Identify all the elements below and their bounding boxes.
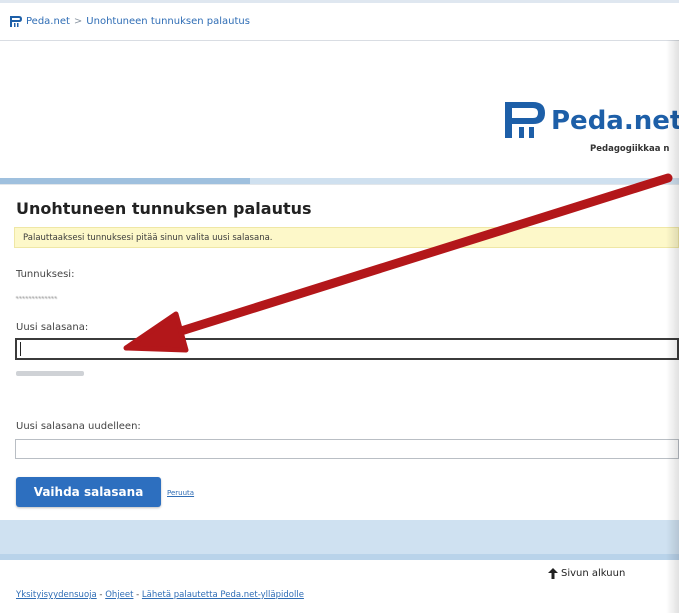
cancel-link[interactable]: Peruuta	[167, 489, 194, 497]
peda-logo-icon	[505, 102, 545, 138]
change-password-button[interactable]: Vaihda salasana	[16, 477, 161, 507]
logo-wordmark: Peda.net	[551, 106, 679, 136]
breadcrumb-separator: >	[73, 16, 83, 27]
breadcrumb-current-link[interactable]: Unohtuneen tunnuksen palautus	[86, 16, 250, 27]
back-to-top-link[interactable]: Sivun alkuun	[548, 568, 625, 579]
help-link[interactable]: Ohjeet	[105, 590, 133, 600]
back-to-top-label: Sivun alkuun	[561, 568, 626, 579]
username-label: Tunnuksesi:	[16, 269, 75, 280]
password-strength-meter	[16, 371, 84, 376]
peda-logo-icon	[10, 16, 22, 27]
repeat-password-label: Uusi salasana uudelleen:	[16, 421, 141, 432]
new-password-field[interactable]	[15, 338, 679, 360]
privacy-link[interactable]: Yksityisyydensuoja	[16, 590, 97, 600]
window-edge-shadow	[666, 40, 679, 613]
info-notice: Palauttaaksesi tunnuksesi pitää sinun va…	[14, 227, 679, 248]
username-value: ˞˞˞˞˞˞˞˞˞˞˞˞˞	[16, 294, 58, 302]
password-reset-panel: Unohtuneen tunnuksen palautus Palauttaak…	[0, 184, 679, 521]
top-accent-line	[0, 0, 679, 3]
repeat-password-field[interactable]	[15, 439, 679, 459]
footer-band	[0, 520, 679, 560]
footer-links: Yksityisyydensuoja - Ohjeet - Lähetä pal…	[16, 590, 304, 600]
feedback-link[interactable]: Lähetä palautetta Peda.net-ylläpidolle	[142, 590, 304, 600]
arrow-up-icon	[548, 568, 558, 579]
footer-separator: -	[136, 590, 140, 600]
new-password-label: Uusi salasana:	[16, 322, 89, 333]
page-title: Unohtuneen tunnuksen palautus	[16, 199, 312, 218]
site-logo[interactable]: Peda.net Pedagogiikkaa n	[505, 100, 679, 160]
top-bar: Peda.net > Unohtuneen tunnuksen palautus	[0, 0, 679, 41]
text-caret	[20, 342, 21, 356]
footer-separator: -	[99, 590, 103, 600]
breadcrumb-home-link[interactable]: Peda.net	[26, 16, 70, 27]
breadcrumb: Peda.net > Unohtuneen tunnuksen palautus	[10, 16, 250, 27]
logo-tagline: Pedagogiikkaa n	[590, 144, 670, 154]
